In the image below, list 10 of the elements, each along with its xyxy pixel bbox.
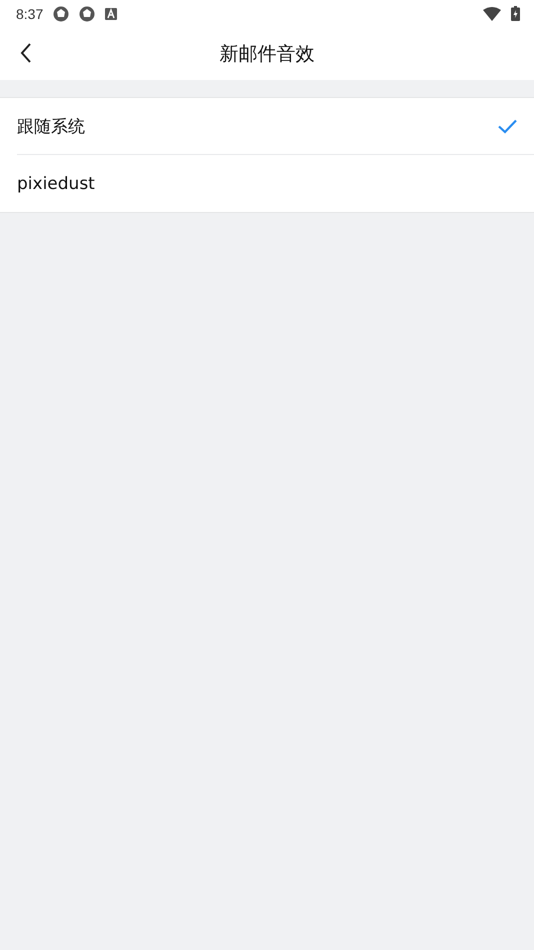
wifi-icon xyxy=(483,6,501,20)
back-icon xyxy=(20,43,32,63)
battery-icon xyxy=(511,6,520,21)
aperture-icon xyxy=(79,6,96,22)
page-title: 新邮件音效 xyxy=(220,42,314,66)
font-icon xyxy=(105,8,118,20)
status-time: 8:37 xyxy=(16,6,44,22)
sound-option[interactable]: 跟随系统 xyxy=(17,98,534,155)
aperture-icon xyxy=(53,6,70,22)
sound-option[interactable]: pixiedust xyxy=(17,155,534,212)
